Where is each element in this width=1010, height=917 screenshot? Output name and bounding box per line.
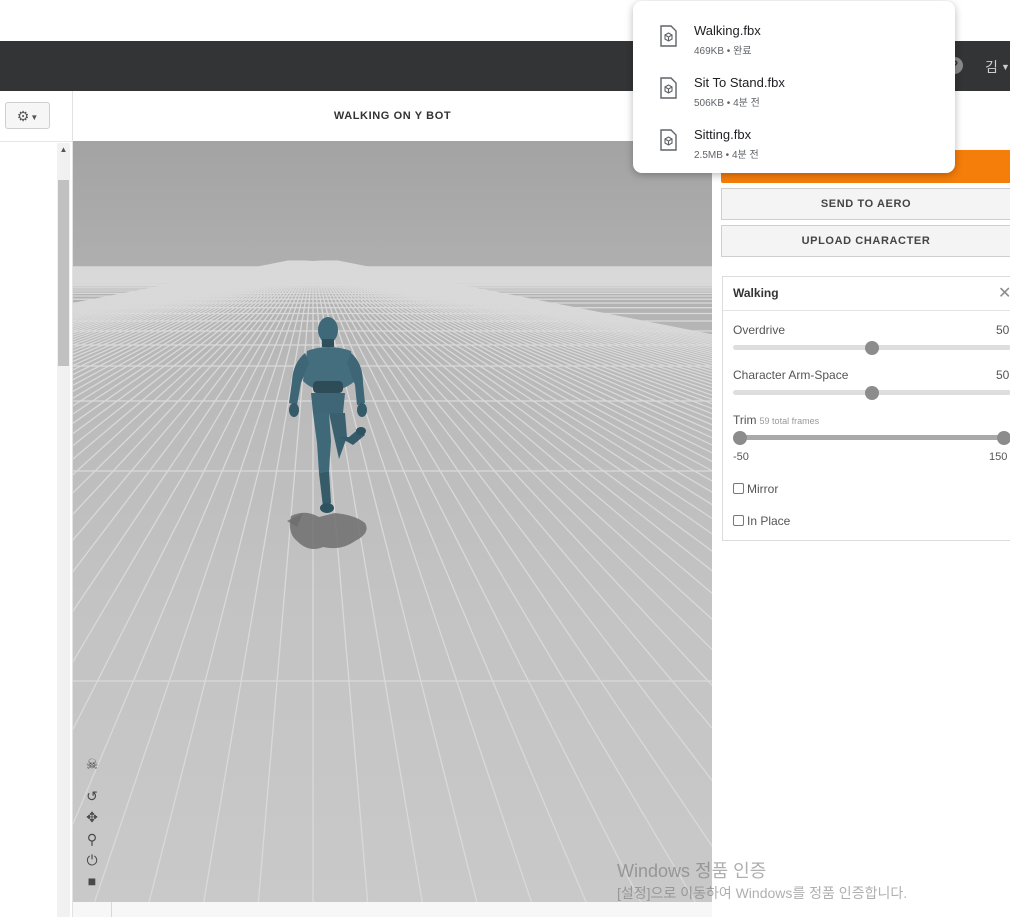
overdrive-slider-handle[interactable] — [865, 341, 879, 355]
settings-dropdown-button[interactable]: ⚙▼ — [5, 102, 50, 129]
gear-icon: ⚙ — [16, 108, 30, 124]
download-item[interactable]: Walking.fbx 469KB • 완료 — [633, 17, 955, 69]
close-icon[interactable]: ✕ — [998, 283, 1010, 303]
file-icon — [660, 25, 677, 47]
windows-activation-subtitle: [설정]으로 이동하여 Windows를 정품 인증합니다. — [617, 885, 908, 901]
overdrive-label: Overdrive — [733, 323, 786, 337]
trim-max-label: 150 — [989, 451, 1008, 463]
downloads-popup: Walking.fbx 469KB • 완료 Sit To Stand.fbx … — [633, 1, 955, 173]
trim-frames-note: 59 total frames — [759, 416, 820, 426]
scrollbar-thumb[interactable] — [58, 180, 69, 366]
trim-label: Trim 59 total frames — [733, 413, 819, 427]
viewport-header: WALKING ON Y BOT — [73, 91, 712, 141]
in-place-checkbox[interactable] — [733, 515, 744, 526]
download-item[interactable]: Sitting.fbx 2.5MB • 4분 전 — [633, 121, 955, 173]
file-icon — [660, 129, 677, 151]
scroll-up-arrow-icon[interactable]: ▲ — [57, 143, 70, 157]
download-file-meta: 2.5MB • 4분 전 — [694, 150, 759, 161]
arm-space-slider-handle[interactable] — [865, 386, 879, 400]
power-icon[interactable]: ⏻ — [82, 851, 102, 869]
send-to-aero-button[interactable]: SEND TO AERO — [721, 188, 1010, 220]
in-place-checkbox-row[interactable]: In Place — [733, 514, 790, 528]
trim-min-label: -50 — [733, 451, 749, 463]
zoom-icon[interactable]: ⚲ — [82, 830, 102, 848]
animation-settings-card: Walking ✕ Overdrive 50 Character Arm-Spa… — [722, 276, 1010, 541]
download-file-name: Sitting.fbx — [694, 127, 752, 142]
file-icon — [660, 77, 677, 99]
left-panel-divider — [0, 141, 72, 142]
caret-down-icon: ▼ — [1001, 62, 1010, 72]
upload-character-button[interactable]: UPLOAD CHARACTER — [721, 225, 1010, 257]
viewport-bottom-strip — [73, 902, 712, 917]
download-item[interactable]: Sit To Stand.fbx 506KB • 4분 전 — [633, 69, 955, 121]
divider — [111, 902, 112, 917]
download-file-meta: 506KB • 4분 전 — [694, 98, 760, 109]
download-file-name: Walking.fbx — [694, 23, 761, 38]
mirror-label: Mirror — [747, 482, 779, 496]
trim-range-fill — [740, 435, 1004, 440]
animation-title: Walking — [733, 286, 779, 300]
arm-space-value: 50 — [996, 368, 1010, 382]
mirror-checkbox[interactable] — [733, 483, 744, 494]
pan-icon[interactable]: ✥ — [82, 808, 102, 826]
card-header: Walking ✕ — [723, 277, 1010, 311]
download-file-name: Sit To Stand.fbx — [694, 75, 785, 90]
trim-end-handle[interactable] — [997, 431, 1010, 445]
mirror-checkbox-row[interactable]: Mirror — [733, 482, 778, 496]
skeleton-icon[interactable]: ☠ — [82, 755, 102, 773]
in-place-label: In Place — [747, 514, 791, 528]
download-file-meta: 469KB • 완료 — [694, 46, 752, 57]
user-menu[interactable]: 김 — [985, 57, 998, 77]
caret-down-icon: ▼ — [30, 112, 39, 122]
arm-space-label: Character Arm-Space — [733, 368, 849, 382]
camera-icon[interactable]: ■ — [82, 872, 102, 890]
trim-label-text: Trim — [733, 413, 757, 427]
viewport-title: WALKING ON Y BOT — [333, 110, 452, 122]
overdrive-value: 50 — [996, 323, 1010, 337]
3d-viewport[interactable] — [73, 141, 712, 902]
trim-start-handle[interactable] — [733, 431, 747, 445]
rotate-reset-icon[interactable]: ↺ — [82, 787, 102, 805]
character-model — [287, 317, 367, 549]
windows-activation-title: Windows 정품 인증 — [617, 861, 767, 881]
